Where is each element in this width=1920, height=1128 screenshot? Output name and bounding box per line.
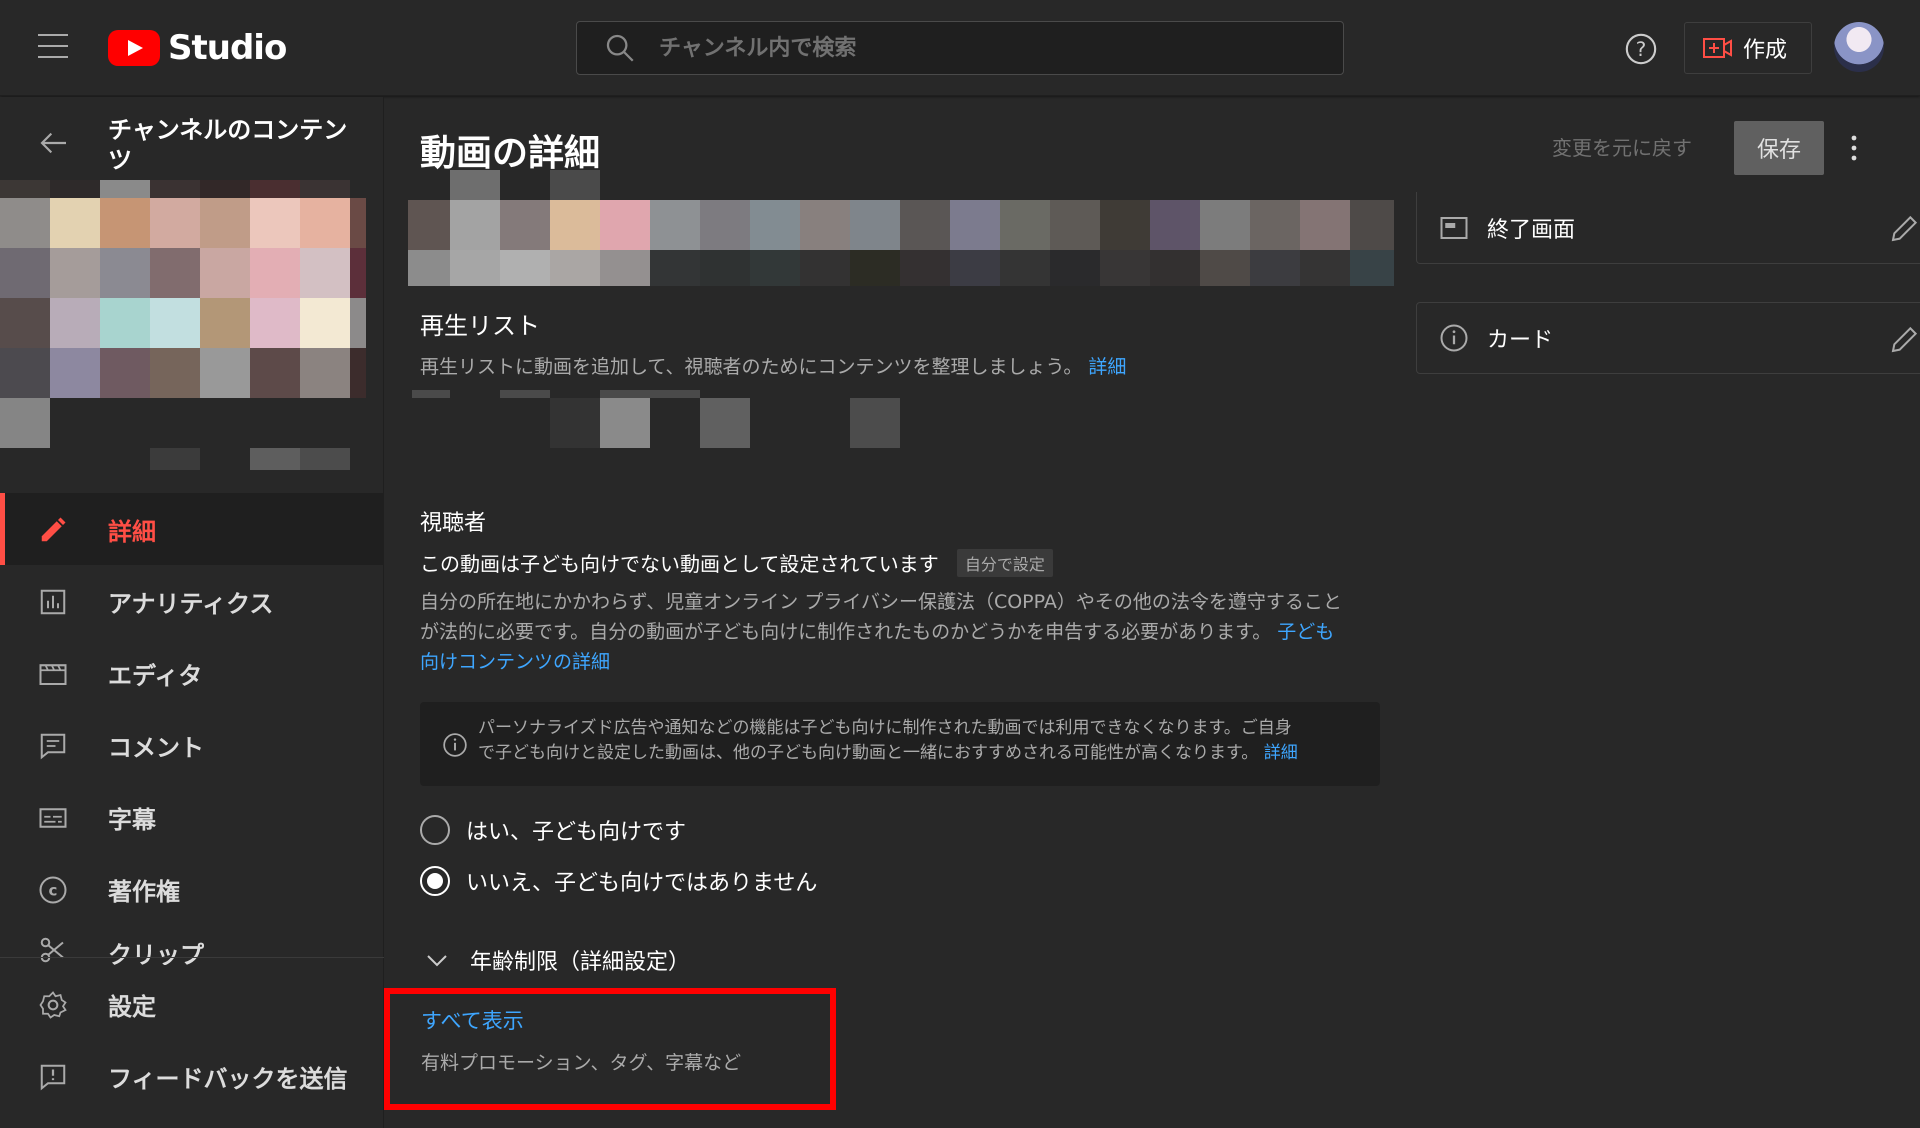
kids-content-link-cont[interactable]: 向けコンテンツの詳細 xyxy=(420,647,1380,677)
kids-content-link[interactable]: 子ども xyxy=(1277,621,1334,643)
audience-title: 視聴者 xyxy=(420,511,487,536)
pencil-icon xyxy=(41,517,66,542)
radio-label: はい、子ども向けです xyxy=(466,820,687,845)
playlist-details-link[interactable]: 詳細 xyxy=(1088,356,1126,378)
info-text: パーソナライズド広告や通知などの機能は子ども向けに制作された動画では利用できなく… xyxy=(478,718,1298,763)
sidebar-item-label: アナリティクス xyxy=(108,589,274,618)
sidebar-item-label: 設定 xyxy=(108,992,156,1021)
menu-icon[interactable] xyxy=(38,34,68,60)
self-set-badge: 自分で設定 xyxy=(956,548,1053,577)
back-arrow-icon[interactable] xyxy=(38,127,70,159)
create-button[interactable]: 作成 xyxy=(1684,22,1812,74)
playlist-title: 再生リスト xyxy=(420,312,540,340)
sidebar-item-label: 字幕 xyxy=(108,805,156,834)
info-details-link[interactable]: 詳細 xyxy=(1264,743,1298,763)
end-screen-card[interactable]: 終了画面 xyxy=(1416,192,1920,264)
info-icon xyxy=(1440,324,1468,352)
comment-icon xyxy=(40,733,66,760)
video-thumbnail xyxy=(0,180,384,470)
playlist-description: 再生リストに動画を追加して、視聴者のためにコンテンツを整理しましょう。 詳細 xyxy=(420,356,1127,378)
cards-card[interactable]: カード xyxy=(1416,302,1920,374)
pencil-icon[interactable] xyxy=(1889,323,1920,355)
create-label: 作成 xyxy=(1743,38,1788,63)
subtitles-icon xyxy=(39,808,67,828)
sidebar-nav: 詳細 アナリティクス エディタ コメント 字幕 c 著作権 クリップ xyxy=(0,493,384,965)
audience-status: この動画は子ども向けでない動画として設定されています 自分で設定 xyxy=(420,548,1053,577)
sidebar-item-subtitles[interactable]: 字幕 xyxy=(0,781,384,853)
sidebar-bottom: 設定 フィードバックを送信 xyxy=(0,957,384,1112)
sidebar-item-settings[interactable]: 設定 xyxy=(0,968,384,1040)
cards-label: カード xyxy=(1487,328,1554,353)
radio-button-checked[interactable] xyxy=(420,866,450,896)
help-icon[interactable]: ? xyxy=(1624,32,1658,66)
search-input[interactable] xyxy=(659,28,1343,68)
page-title: 動画の詳細 xyxy=(420,133,601,174)
copyright-icon: c xyxy=(39,876,67,904)
sidebar-item-label: コメント xyxy=(108,733,204,762)
sidebar-item-label: エディタ xyxy=(108,661,203,690)
radio-kids-no[interactable]: いいえ、子ども向けではありません xyxy=(420,865,817,897)
avatar[interactable] xyxy=(1834,22,1884,72)
age-restriction-toggle[interactable]: 年齢制限（詳細設定） xyxy=(424,944,690,976)
info-notice: パーソナライズド広告や通知などの機能は子ども向けに制作された動画では利用できなく… xyxy=(420,702,1380,786)
coppa-description: 自分の所在地にかかわらず、児童オンライン プライバシー保護法（COPPA）やその… xyxy=(420,587,1380,677)
undo-button[interactable]: 変更を元に戻す xyxy=(1552,132,1692,161)
playlist-selector[interactable] xyxy=(408,390,908,450)
video-add-icon xyxy=(1703,38,1732,58)
sidebar-item-copyright[interactable]: c 著作権 xyxy=(0,853,384,925)
sidebar-item-details[interactable]: 詳細 xyxy=(0,493,384,565)
chevron-down-icon xyxy=(427,955,447,967)
info-icon xyxy=(443,733,467,757)
sidebar-item-label: 詳細 xyxy=(108,517,156,546)
editor-icon xyxy=(39,664,67,685)
sidebar-item-feedback[interactable]: フィードバックを送信 xyxy=(0,1040,384,1112)
radio-kids-yes[interactable]: はい、子ども向けです xyxy=(420,814,686,846)
studio-logo[interactable]: Studio xyxy=(108,28,287,68)
gear-icon xyxy=(39,991,67,1019)
svg-text:?: ? xyxy=(1636,38,1647,61)
age-restriction-label: 年齢制限（詳細設定） xyxy=(470,950,691,975)
radio-button[interactable] xyxy=(420,815,450,845)
search-icon xyxy=(606,34,634,62)
sidebar-item-comments[interactable]: コメント xyxy=(0,709,384,781)
feedback-icon xyxy=(40,1064,66,1091)
top-header: Studio ? 作成 xyxy=(0,0,1920,96)
logo-text: Studio xyxy=(168,28,287,68)
youtube-play-icon xyxy=(108,30,160,66)
channel-title: チャンネルのコンテンツ xyxy=(108,116,348,174)
save-button[interactable]: 保存 xyxy=(1734,121,1824,175)
more-vertical-icon[interactable] xyxy=(1842,130,1866,166)
highlight-box xyxy=(384,988,836,1110)
sidebar-item-analytics[interactable]: アナリティクス xyxy=(0,565,384,637)
end-screen-icon xyxy=(1440,216,1468,239)
svg-text:c: c xyxy=(49,882,58,900)
sidebar-item-label: フィードバックを送信 xyxy=(108,1064,348,1093)
sidebar-item-editor[interactable]: エディタ xyxy=(0,637,384,709)
pencil-icon[interactable] xyxy=(1889,212,1920,244)
sidebar: チャンネルのコンテンツ 詳細 アナリティクス エディタ コメント 字幕 c 著作… xyxy=(0,97,384,1128)
end-screen-label: 終了画面 xyxy=(1487,217,1576,243)
search-box[interactable] xyxy=(576,21,1344,75)
radio-label: いいえ、子ども向けではありません xyxy=(466,871,818,896)
sidebar-item-label: 著作権 xyxy=(108,877,180,906)
analytics-icon xyxy=(40,589,66,615)
blurred-content xyxy=(408,170,1394,286)
